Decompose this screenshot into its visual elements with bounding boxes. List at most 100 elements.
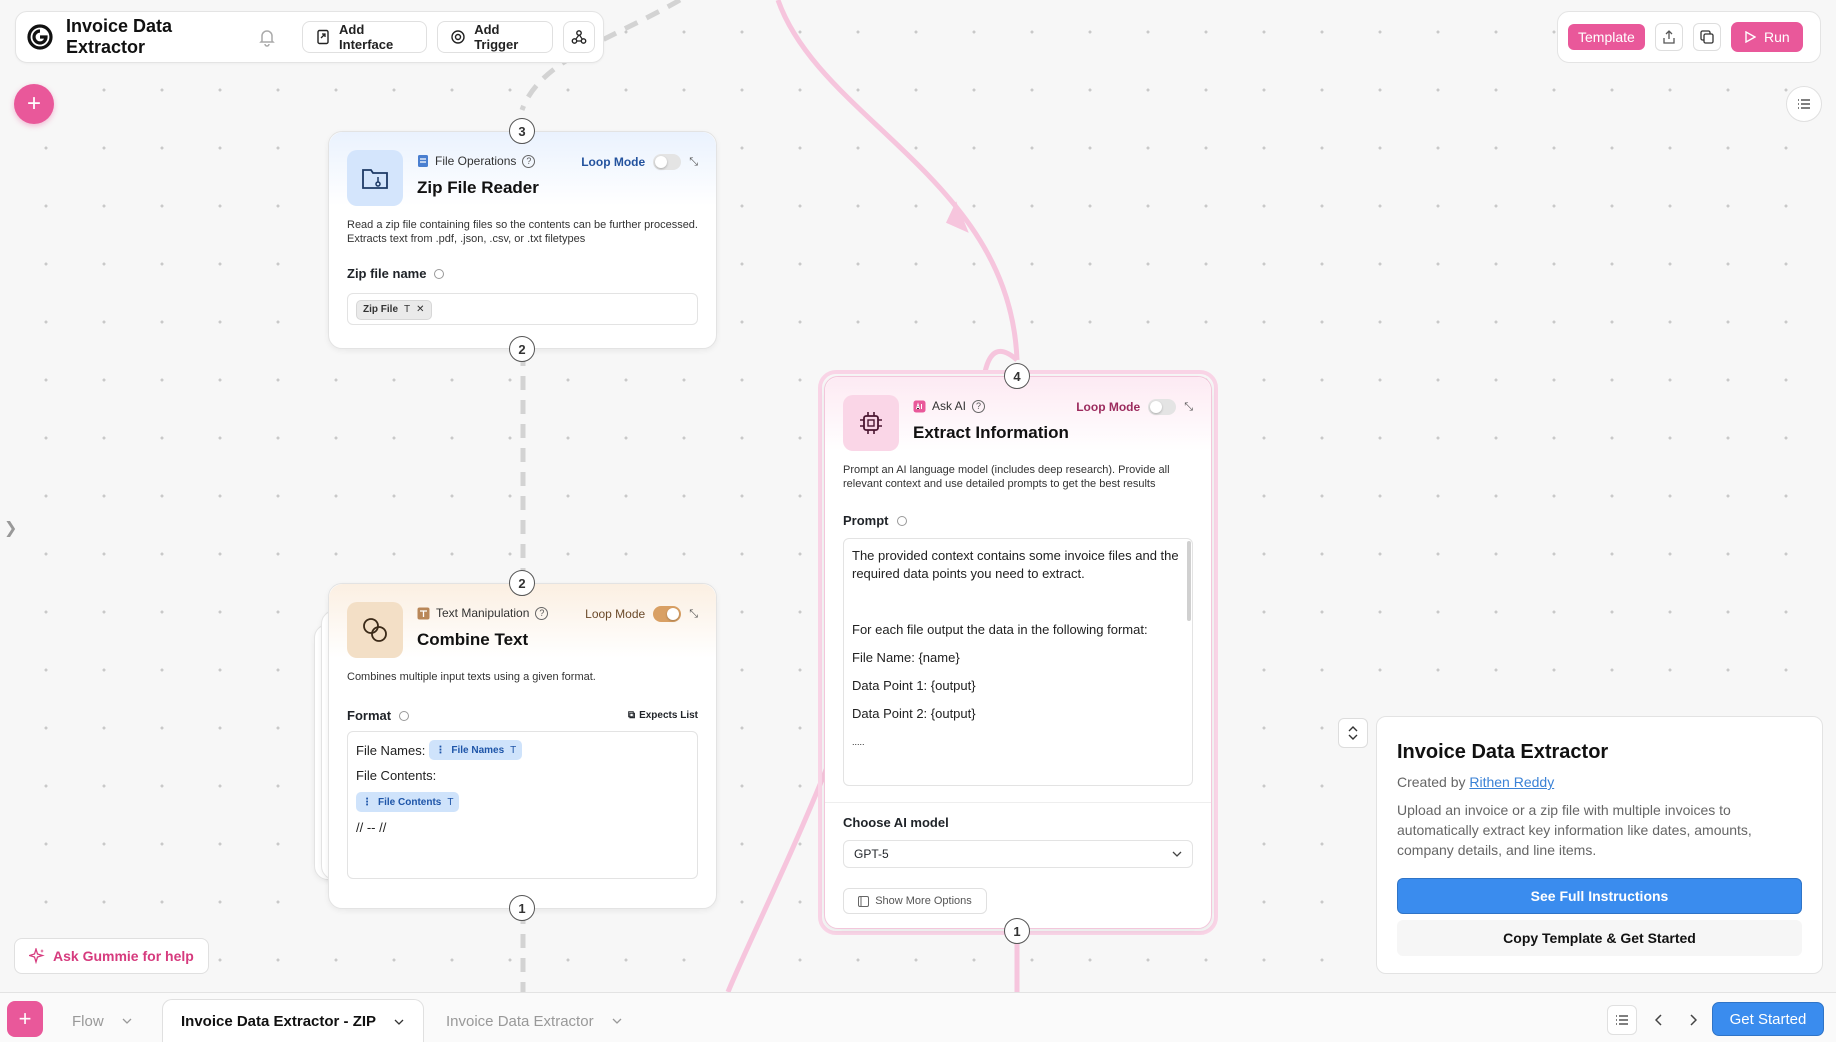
chevron-up-down-icon: [1348, 726, 1358, 740]
node-title: Combine Text: [417, 630, 529, 649]
zip-file-name-label: Zip file name: [347, 266, 427, 281]
play-icon: [1744, 31, 1756, 43]
info-icon[interactable]: [399, 710, 410, 721]
expects-list-label: Expects List: [639, 710, 698, 721]
file-contents-chip[interactable]: ⋮ File Contents T: [356, 792, 460, 812]
file-names-chip[interactable]: ⋮ File Names T: [429, 740, 523, 760]
loop-mode-toggle[interactable]: [653, 154, 682, 170]
loop-mode-label: Loop Mode: [585, 607, 646, 621]
port-input[interactable]: 2: [509, 570, 535, 596]
bell-icon[interactable]: [256, 26, 278, 48]
author-link[interactable]: Rithen Reddy: [1469, 774, 1554, 790]
node-extract-information[interactable]: Ask AI ? Extract Information Loop Mode ⤡…: [824, 376, 1212, 929]
copy-icon: [1700, 30, 1714, 44]
copy-template-button[interactable]: Copy Template & Get Started: [1397, 920, 1802, 956]
category-label: Text Manipulation: [436, 606, 530, 620]
help-icon[interactable]: ?: [972, 399, 986, 413]
loop-mode-toggle[interactable]: [1148, 399, 1177, 415]
node-title: Extract Information: [913, 423, 1069, 442]
text-type-icon: T: [447, 796, 454, 808]
node-description: Read a zip file containing files so the …: [347, 219, 698, 245]
collapse-arrows-icon[interactable]: ⤡: [689, 156, 698, 169]
gumloop-logo-icon: [26, 22, 54, 52]
chevron-down-icon[interactable]: [612, 1018, 622, 1024]
run-button[interactable]: Run: [1730, 22, 1803, 52]
prompt-line: File Name: {name}: [852, 650, 960, 665]
port-output[interactable]: 1: [1004, 918, 1030, 944]
add-trigger-button[interactable]: Add Trigger: [437, 21, 553, 53]
collapse-arrows-icon[interactable]: ⤡: [1184, 401, 1193, 414]
add-trigger-label: Add Trigger: [474, 22, 519, 52]
chevron-down-icon[interactable]: [122, 1018, 132, 1024]
created-by-label: Created by: [1397, 774, 1466, 790]
list-icon: [1797, 98, 1811, 110]
show-more-options-button[interactable]: Show More Options: [843, 888, 987, 914]
info-icon[interactable]: [896, 515, 907, 526]
file-names-text: File Names:: [356, 742, 426, 758]
port-input[interactable]: 3: [509, 118, 535, 144]
link-circles-icon: [347, 602, 403, 658]
tab-flow[interactable]: Flow: [54, 999, 150, 1042]
collapse-arrows-icon[interactable]: ⤡: [689, 608, 698, 621]
remove-icon[interactable]: ✕: [416, 304, 424, 315]
format-editor[interactable]: File Names: ⋮ File Names T File Contents: …: [347, 731, 698, 879]
tab-invoice-data-extractor-zip[interactable]: Invoice Data Extractor - ZIP: [162, 999, 424, 1042]
drag-icon: ⋮: [362, 796, 372, 808]
node-list-button[interactable]: [1786, 86, 1822, 122]
port-input[interactable]: 4: [1004, 363, 1030, 389]
prompt-line: [852, 587, 1184, 605]
chevron-down-icon[interactable]: [394, 1019, 404, 1025]
list-icon: [1615, 1014, 1629, 1026]
tab-invoice-data-extractor[interactable]: Invoice Data Extractor: [428, 999, 640, 1042]
port-output[interactable]: 2: [509, 336, 535, 362]
file-operations-icon: [417, 154, 429, 168]
add-flow-button[interactable]: +: [7, 1001, 43, 1037]
model-value: GPT-5: [854, 847, 889, 861]
collapse-card-button[interactable]: [1338, 718, 1368, 748]
format-line-3: ⋮ File Contents T: [356, 792, 689, 812]
top-toolbar: Invoice Data Extractor Add Interface Add…: [15, 11, 604, 63]
node-combine-text[interactable]: Text Manipulation ? Combine Text Loop Mo…: [328, 583, 717, 909]
options-icon: [858, 895, 870, 907]
card-title: Invoice Data Extractor: [1397, 741, 1609, 763]
node-meta: Text Manipulation ? Combine Text Loop Mo…: [417, 602, 698, 658]
sidebar-expand-icon[interactable]: ❯: [4, 518, 17, 538]
model-select[interactable]: GPT-5: [843, 840, 1193, 868]
prev-tab-button[interactable]: [1643, 1005, 1673, 1035]
port-output[interactable]: 1: [509, 895, 535, 921]
add-interface-button[interactable]: Add Interface: [302, 21, 428, 53]
ask-gummie-button[interactable]: Ask Gummie for help: [14, 938, 209, 974]
file-contents-text: File Contents:: [356, 768, 437, 783]
node-meta: Ask AI ? Extract Information Loop Mode ⤡: [913, 395, 1193, 451]
loop-mode-control: Loop Mode ⤡: [1076, 399, 1193, 415]
duplicate-button[interactable]: [1692, 23, 1721, 51]
help-icon[interactable]: ?: [535, 606, 549, 620]
prompt-editor[interactable]: The provided context contains some invoi…: [843, 538, 1193, 786]
connector-input-to-ai: [775, 0, 1020, 361]
list-link-icon: ⧉: [627, 710, 636, 721]
loop-mode-toggle[interactable]: [653, 606, 682, 622]
zip-file-chip[interactable]: Zip File T ✕: [356, 299, 432, 320]
next-tab-button[interactable]: [1678, 1005, 1708, 1035]
text-type-icon: T: [404, 304, 411, 315]
webhook-button[interactable]: [563, 21, 595, 53]
see-full-instructions-button[interactable]: See Full Instructions: [1397, 878, 1802, 914]
field-label: Zip file name: [329, 266, 716, 281]
add-node-button[interactable]: +: [14, 84, 54, 124]
tab-list-button[interactable]: [1607, 1005, 1637, 1035]
node-zip-file-reader[interactable]: File Operations ? Zip File Reader Loop M…: [328, 131, 717, 349]
prompt-scrollbar[interactable]: [1187, 541, 1191, 621]
get-started-button[interactable]: Get Started: [1712, 1002, 1824, 1036]
folder-zip-icon: [347, 150, 403, 206]
zip-file-input[interactable]: Zip File T ✕: [347, 293, 698, 325]
template-button[interactable]: Template: [1568, 24, 1645, 50]
cpu-chip-icon: [843, 395, 899, 451]
prompt-line: .....: [852, 737, 865, 747]
ask-gummie-label: Ask Gummie for help: [53, 948, 194, 964]
help-icon[interactable]: ?: [522, 154, 536, 168]
model-label: Choose AI model: [843, 815, 949, 830]
run-label: Run: [1763, 29, 1790, 45]
tab-label: Invoice Data Extractor: [446, 1012, 594, 1030]
share-button[interactable]: [1654, 23, 1683, 51]
info-icon[interactable]: [434, 268, 445, 279]
